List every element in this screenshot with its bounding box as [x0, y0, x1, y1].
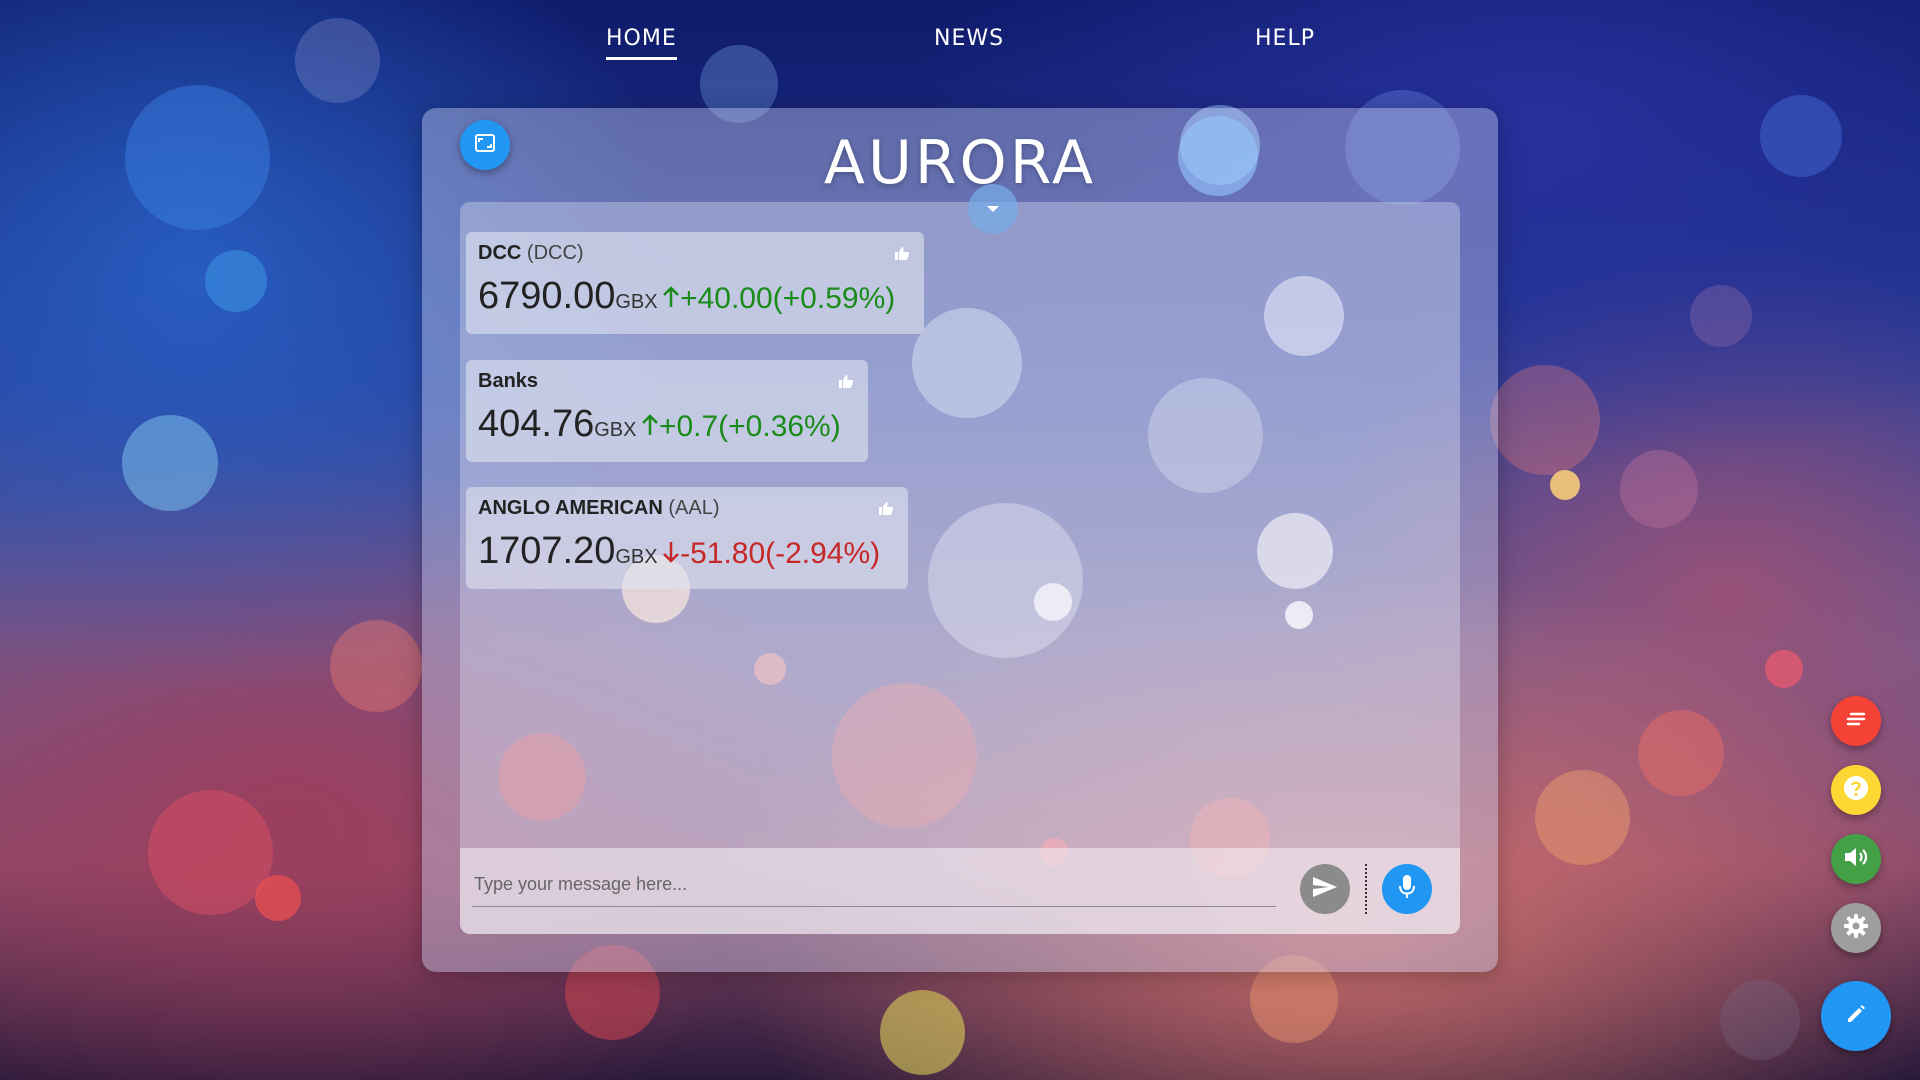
message-bar [460, 848, 1460, 934]
gear-icon [1843, 913, 1869, 944]
stock-change: +40.00(+0.59%) [680, 282, 896, 315]
send-button[interactable] [1300, 864, 1350, 914]
help-icon [1843, 775, 1869, 806]
volume-icon [1843, 846, 1869, 873]
microphone-icon [1398, 874, 1416, 905]
nav-home-link[interactable]: HOME [606, 26, 677, 60]
subtitles-icon [1845, 711, 1867, 732]
stock-card-aal: ANGLO AMERICAN (AAL) 1707.20GBX -51.80(-… [466, 487, 908, 589]
nav-help-link[interactable]: HELP [1255, 26, 1315, 57]
arrow-up-icon [662, 286, 680, 312]
edit-button[interactable] [1821, 981, 1891, 1051]
arrow-up-icon [641, 414, 659, 440]
stock-card-banks: Banks 404.76GBX +0.7(+0.36%) [466, 360, 868, 462]
arrow-down-icon [662, 542, 680, 567]
microphone-button[interactable] [1382, 864, 1432, 914]
thumbs-up-icon[interactable] [894, 246, 910, 266]
nav-news-link[interactable]: NEWS [934, 26, 1004, 57]
settings-button[interactable] [1831, 903, 1881, 953]
assistant-panel: AURORA DCC (DCC) 6790.00GBX +40.00(+0.59… [422, 108, 1498, 972]
stock-price: 1707.20 [478, 530, 616, 572]
stock-currency: GBX [615, 546, 658, 568]
send-icon [1312, 876, 1338, 903]
message-input[interactable] [472, 862, 1276, 907]
stock-price: 6790.00 [478, 275, 616, 317]
collapse-button[interactable] [968, 184, 1018, 234]
stock-quote: 1707.20GBX -51.80(-2.94%) [478, 530, 896, 573]
stock-card-dcc: DCC (DCC) 6790.00GBX +40.00(+0.59%) [466, 232, 924, 334]
thumbs-up-icon[interactable] [878, 501, 894, 521]
divider [1365, 864, 1367, 914]
chevron-down-icon [986, 200, 1000, 218]
chat-area[interactable]: DCC (DCC) 6790.00GBX +40.00(+0.59%) Bank… [460, 184, 1460, 934]
stock-change: -51.80(-2.94%) [680, 537, 881, 570]
app-title: AURORA [823, 128, 1097, 198]
thumbs-up-icon[interactable] [838, 374, 854, 394]
help-button[interactable] [1831, 765, 1881, 815]
top-nav: HOME NEWS HELP [0, 26, 1920, 66]
pencil-icon [1845, 1003, 1867, 1030]
stock-name: ANGLO AMERICAN (AAL) [478, 497, 720, 519]
stock-currency: GBX [615, 291, 658, 313]
volume-button[interactable] [1831, 834, 1881, 884]
stock-currency: GBX [594, 419, 637, 441]
stock-quote: 6790.00GBX +40.00(+0.59%) [478, 275, 912, 318]
stock-quote: 404.76GBX +0.7(+0.36%) [478, 403, 856, 446]
stock-price: 404.76 [478, 403, 595, 445]
stock-name: Banks [478, 370, 539, 392]
stock-change: +0.7(+0.36%) [658, 410, 841, 443]
subtitles-button[interactable] [1831, 696, 1881, 746]
stock-name: DCC (DCC) [478, 242, 584, 264]
